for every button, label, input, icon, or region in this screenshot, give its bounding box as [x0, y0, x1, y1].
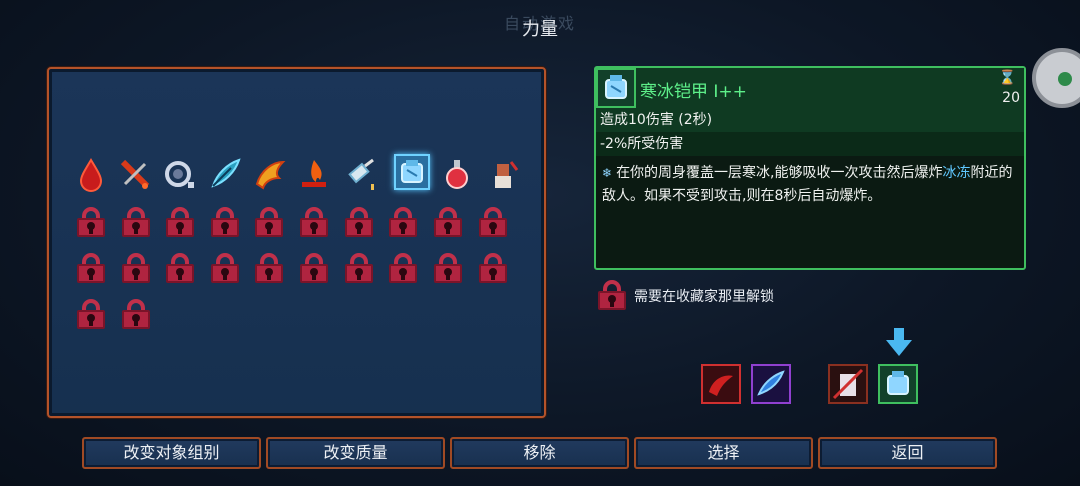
frost-armor-mutation-icon[interactable]	[394, 154, 430, 190]
potion-mutation-icon[interactable]	[439, 156, 475, 192]
locked-slot-icon[interactable]	[211, 253, 239, 283]
flame-wing-mutation-icon[interactable]	[251, 156, 287, 192]
select-button[interactable]: 选择	[634, 437, 813, 469]
locked-slot-icon[interactable]	[434, 207, 462, 237]
page-title: 力量	[522, 19, 558, 40]
warrior-mutation-icon[interactable]	[485, 156, 521, 192]
locked-slot-icon[interactable]	[479, 207, 507, 237]
locked-slot-icon[interactable]	[166, 207, 194, 237]
lock-icon	[598, 280, 626, 310]
locked-slot-icon[interactable]	[77, 299, 105, 329]
feather-mutation-icon[interactable]	[207, 156, 243, 192]
snowflake-icon: ❄	[602, 166, 613, 180]
combo-mutation-icon[interactable]	[162, 156, 198, 192]
locked-slot-icon[interactable]	[255, 207, 283, 237]
status-dot-icon	[1058, 72, 1072, 86]
blood-drop-mutation-icon[interactable]	[73, 156, 109, 192]
change-quality-button[interactable]: 改变质量	[266, 437, 445, 469]
side-menu-button[interactable]	[1032, 48, 1080, 108]
mutation-description: ❄ 在你的周身覆盖一层寒冰,能够吸收一次攻击然后爆炸冰冻附近的敌人。如果不受到攻击…	[602, 165, 1013, 204]
mutation-detail-panel: 寒冰铠甲 I++ ⌛ 20 造成10伤害 (2秒) -2%所受伤害 ❄ 在你的周身…	[594, 66, 1026, 270]
freeze-keyword: 冰冻	[942, 165, 971, 181]
locked-slot-icon[interactable]	[166, 253, 194, 283]
locked-slot-icon[interactable]	[345, 253, 373, 283]
brown-mutation-slot-icon[interactable]	[828, 364, 868, 404]
remove-button[interactable]: 移除	[450, 437, 629, 469]
hourglass-icon: ⌛	[998, 70, 1016, 86]
locked-slot-icon[interactable]	[77, 207, 105, 237]
locked-slot-icon[interactable]	[122, 207, 150, 237]
syringe-mutation-icon[interactable]	[117, 156, 153, 192]
mutation-cost: 20	[1002, 90, 1020, 106]
vial-mutation-icon[interactable]	[341, 156, 377, 192]
stat-damage: 造成10伤害 (2秒)	[596, 108, 1024, 132]
green-mutation-slot-icon[interactable]	[878, 364, 918, 404]
locked-slot-icon[interactable]	[77, 253, 105, 283]
red-mutation-slot-icon[interactable]	[701, 364, 741, 404]
unlock-text: 需要在收藏家那里解锁	[634, 289, 774, 305]
locked-slot-icon[interactable]	[122, 253, 150, 283]
locked-slot-icon[interactable]	[389, 207, 417, 237]
locked-slot-icon[interactable]	[211, 207, 239, 237]
back-button[interactable]: 返回	[818, 437, 997, 469]
fire-mutation-icon[interactable]	[296, 156, 332, 192]
purple-mutation-slot-icon[interactable]	[751, 364, 791, 404]
locked-slot-icon[interactable]	[255, 253, 283, 283]
arrow-down-icon	[886, 328, 912, 356]
stat-damage-reduction: -2%所受伤害	[596, 132, 1024, 156]
locked-slot-icon[interactable]	[345, 207, 373, 237]
locked-slot-icon[interactable]	[300, 253, 328, 283]
mutation-grid-panel	[47, 67, 546, 418]
locked-slot-icon[interactable]	[389, 253, 417, 283]
locked-slot-icon[interactable]	[300, 207, 328, 237]
locked-slot-icon[interactable]	[479, 253, 507, 283]
change-group-button[interactable]: 改变对象组别	[82, 437, 261, 469]
mutation-title: 寒冰铠甲 I++	[640, 82, 747, 102]
locked-slot-icon[interactable]	[122, 299, 150, 329]
frost-armor-detail-icon	[596, 68, 636, 108]
locked-slot-icon[interactable]	[434, 253, 462, 283]
